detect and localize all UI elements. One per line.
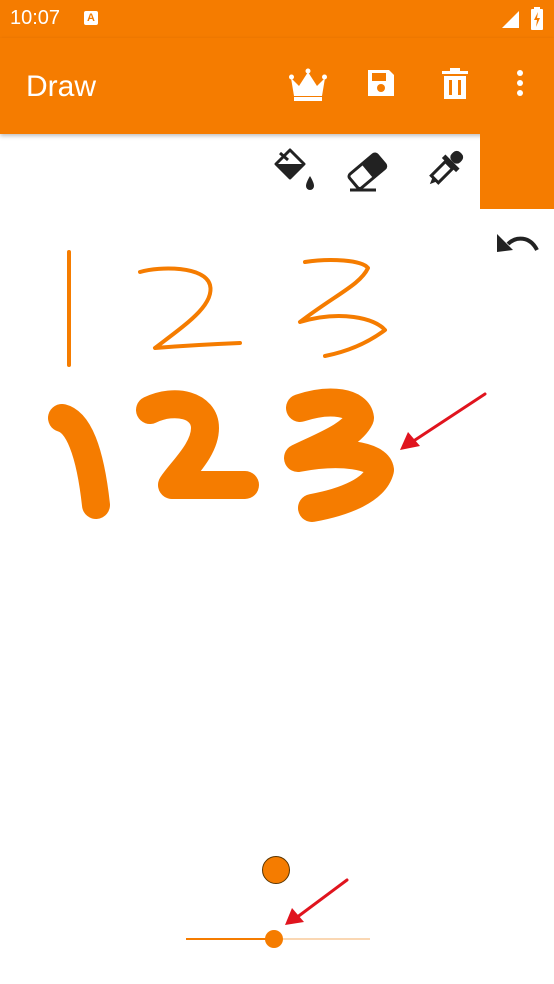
- stroke-thick-2: [136, 390, 259, 500]
- signal-icon: [502, 11, 519, 28]
- slider-track-inactive: [274, 938, 370, 940]
- notification-a-icon: A: [84, 11, 98, 25]
- annotation-arrow: [285, 878, 349, 925]
- status-time: 10:07: [10, 7, 61, 29]
- status-bar: 10:07 A: [0, 0, 554, 38]
- drawing-canvas[interactable]: [0, 210, 554, 830]
- annotation-arrow: [400, 392, 487, 450]
- app-title: Draw: [26, 70, 97, 103]
- eraser-icon[interactable]: [346, 148, 392, 194]
- stroke-thick-3: [284, 388, 394, 522]
- stroke-thick-1: [48, 404, 110, 519]
- slider-thumb[interactable]: [265, 930, 284, 948]
- crown-icon[interactable]: [289, 68, 327, 102]
- current-color-swatch[interactable]: [480, 134, 554, 209]
- app-bar: Draw: [0, 38, 554, 134]
- save-icon[interactable]: [366, 68, 396, 98]
- slider-track-active: [186, 938, 275, 940]
- eyedropper-icon[interactable]: [422, 148, 466, 194]
- tool-row: [0, 134, 554, 210]
- brush-size-slider[interactable]: [186, 926, 370, 952]
- delete-icon[interactable]: [442, 68, 468, 100]
- stroke-thin-3: [298, 258, 387, 358]
- battery-charging-icon: [531, 7, 543, 30]
- more-vert-icon[interactable]: [514, 68, 526, 98]
- stroke-thin-2: [138, 266, 242, 350]
- fill-bucket-icon[interactable]: [272, 148, 318, 196]
